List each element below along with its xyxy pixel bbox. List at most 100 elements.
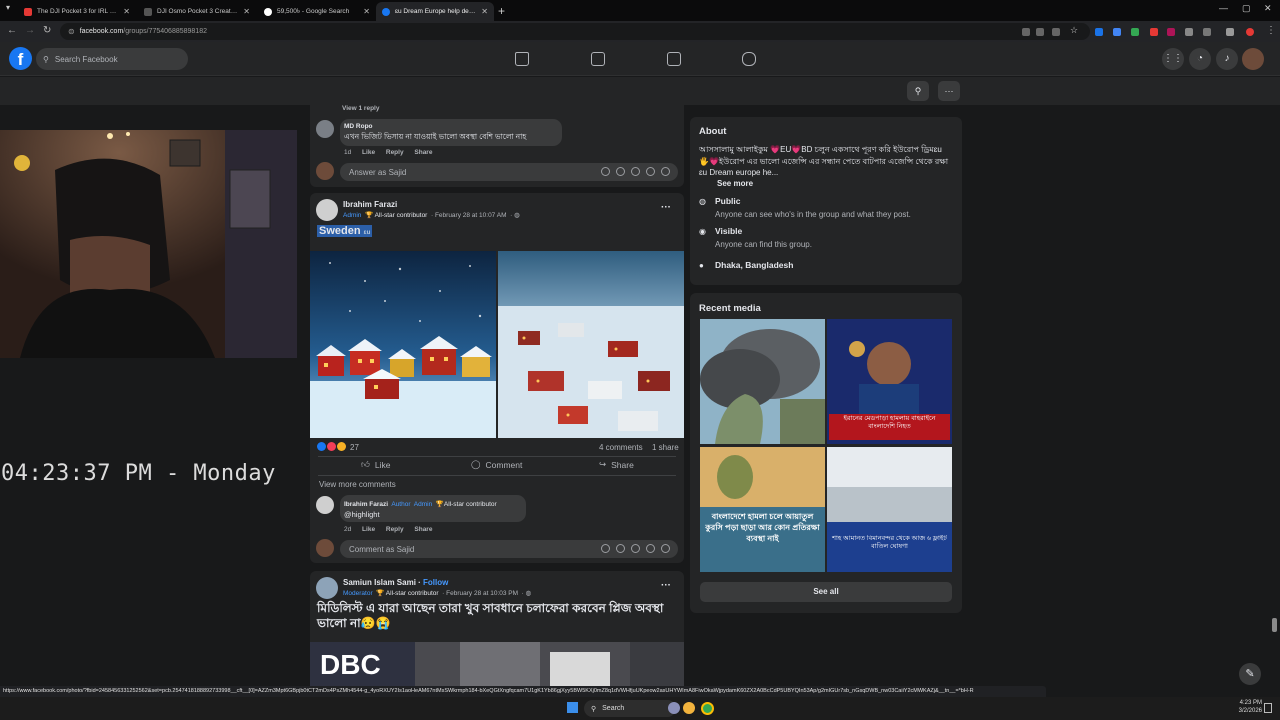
page-scrollbar[interactable] [1272, 618, 1277, 632]
comment-input[interactable]: Comment as Sajid [340, 540, 678, 558]
post-author-name[interactable]: Samiun Islam Sami [343, 578, 416, 587]
post-author-avatar[interactable] [316, 199, 338, 221]
post-author-name[interactable]: Ibrahim Farazi [343, 200, 397, 209]
extension-icon[interactable] [1095, 28, 1103, 36]
url-field[interactable]: ⊜ facebook.com/groups/775406885898182 [60, 23, 1090, 40]
answer-input[interactable]: Answer as Sajid [340, 163, 678, 181]
taskbar-search[interactable]: ⚲ Search [584, 700, 676, 717]
compose-message-button[interactable]: ✎ [1239, 663, 1261, 685]
group-search-button[interactable]: ⚲ [907, 81, 929, 101]
post-image-1[interactable] [310, 251, 496, 438]
like-button[interactable]: 👍︎ Like [361, 459, 390, 470]
post-image[interactable]: DBC [310, 642, 684, 686]
menu-grid-icon[interactable]: ⋮⋮ [1162, 48, 1184, 70]
comment-share-button[interactable]: Share [414, 149, 432, 156]
extensions-puzzle-icon[interactable] [1203, 28, 1211, 36]
downloads-icon[interactable] [1226, 28, 1234, 36]
comment-author[interactable]: MD Ropo [344, 123, 373, 130]
minimize-button[interactable]: — [1219, 3, 1228, 13]
extension-icon[interactable] [1131, 28, 1139, 36]
home-icon[interactable] [515, 52, 529, 66]
messenger-icon[interactable]: ◔ [1189, 48, 1211, 70]
notification-center-icon[interactable] [1264, 703, 1272, 713]
comment-like-button[interactable]: Like [362, 149, 375, 156]
extension-icon[interactable] [1185, 28, 1193, 36]
share-count[interactable]: 1 share [652, 443, 679, 452]
extension-icon[interactable] [1167, 28, 1175, 36]
reply-time[interactable]: 2d [344, 526, 351, 533]
profile-avatar[interactable] [1246, 28, 1254, 36]
close-icon[interactable]: ✕ [243, 7, 250, 16]
avatar-sticker-icon[interactable] [601, 544, 610, 553]
new-tab-button[interactable]: + [498, 4, 505, 18]
gif-icon[interactable] [646, 167, 655, 176]
zoom-icon[interactable] [1036, 28, 1044, 36]
gaming-icon[interactable] [742, 52, 756, 66]
extension-icon[interactable] [1113, 28, 1121, 36]
sticker-icon[interactable] [661, 544, 670, 553]
group-location[interactable]: Dhaka, Bangladesh [715, 260, 793, 272]
see-more-link[interactable]: See more [717, 178, 753, 190]
browser-tab[interactable]: The DJI Pocket 3 for IRL Live-st ✕ [18, 2, 136, 21]
cast-icon[interactable] [1052, 28, 1060, 36]
comment-button[interactable]: ◯ Comment [471, 459, 522, 470]
media-thumbnail[interactable] [700, 319, 825, 444]
chrome-icon[interactable] [701, 702, 714, 715]
follow-button[interactable]: Follow [423, 578, 448, 587]
close-icon[interactable]: ✕ [123, 7, 130, 16]
post-more-icon[interactable]: ··· [661, 580, 671, 591]
sticker-icon[interactable] [661, 167, 670, 176]
post-author-avatar[interactable] [316, 577, 338, 599]
emoji-icon[interactable] [616, 167, 625, 176]
maximize-button[interactable]: ▢ [1242, 3, 1251, 14]
post-time[interactable]: February 28 at 10:07 AM [435, 212, 507, 219]
account-avatar[interactable] [1242, 48, 1264, 70]
post-more-icon[interactable]: ··· [661, 202, 671, 213]
back-icon[interactable]: ← [7, 25, 17, 36]
browser-tab[interactable]: DJI Osmo Pocket 3 Creator Co ✕ [138, 2, 256, 21]
post-time[interactable]: February 28 at 10:03 PM [446, 590, 518, 597]
notifications-bell-icon[interactable]: ♪ [1216, 48, 1238, 70]
reply-reply-button[interactable]: Reply [386, 526, 404, 533]
comment-time[interactable]: 1d [344, 149, 351, 156]
reload-icon[interactable]: ↻ [43, 25, 51, 36]
widget-icon[interactable] [668, 702, 680, 714]
taskbar-clock[interactable]: 4:23 PM 3/2/2026 [1224, 699, 1262, 715]
forward-icon[interactable]: → [25, 25, 35, 36]
close-icon[interactable]: ✕ [363, 7, 370, 16]
search-facebook-input[interactable]: ⚲ Search Facebook [36, 48, 188, 70]
translate-icon[interactable] [1022, 28, 1030, 36]
comment-count[interactable]: 4 comments [599, 443, 643, 452]
browser-tab[interactable]: 59,500৳ - Google Search ✕ [258, 2, 376, 21]
view-more-comments-link[interactable]: View more comments [319, 480, 396, 489]
reaction-icons[interactable] [317, 442, 346, 451]
media-thumbnail[interactable]: ইরানের মেডপাড়া হামলায় বাহরাইনে বাংলাদে… [827, 319, 952, 444]
media-thumbnail[interactable]: শাহ আমানত বিমানবন্দর থেকে আজ ৬ ফ্লাইট বা… [827, 447, 952, 572]
tab-search-icon[interactable]: ▾ [6, 3, 10, 12]
browser-menu-icon[interactable]: ⋮ [1266, 25, 1276, 36]
camera-icon[interactable] [631, 544, 640, 553]
share-button[interactable]: ↪ Share [599, 459, 634, 470]
view-reply-link[interactable]: View 1 reply [342, 105, 379, 112]
weather-icon[interactable] [683, 702, 695, 714]
comment-reply-button[interactable]: Reply [386, 149, 404, 156]
group-more-button[interactable]: ··· [938, 81, 960, 101]
post-image-2[interactable] [498, 251, 684, 438]
avatar-sticker-icon[interactable] [601, 167, 610, 176]
close-icon[interactable]: ✕ [481, 7, 488, 16]
emoji-icon[interactable] [616, 544, 625, 553]
facebook-logo[interactable]: f [9, 47, 32, 70]
reply-share-button[interactable]: Share [414, 526, 432, 533]
see-all-button[interactable]: See all [700, 582, 952, 602]
windows-start-icon[interactable] [567, 702, 578, 713]
close-window-button[interactable]: ✕ [1264, 3, 1272, 14]
commenter-avatar[interactable] [316, 120, 334, 138]
reply-author-name[interactable]: Ibrahim Farazi [344, 501, 388, 508]
video-icon[interactable] [591, 52, 605, 66]
reaction-count[interactable]: 27 [350, 443, 359, 452]
reply-author-avatar[interactable] [316, 496, 334, 514]
extension-icon[interactable] [1150, 28, 1158, 36]
reply-like-button[interactable]: Like [362, 526, 375, 533]
media-thumbnail[interactable]: বাংলাদেশে হামলা চলে আয়াতুল কুরসি পড়া ছ… [700, 447, 825, 572]
site-info-icon[interactable]: ⊜ [68, 27, 75, 36]
